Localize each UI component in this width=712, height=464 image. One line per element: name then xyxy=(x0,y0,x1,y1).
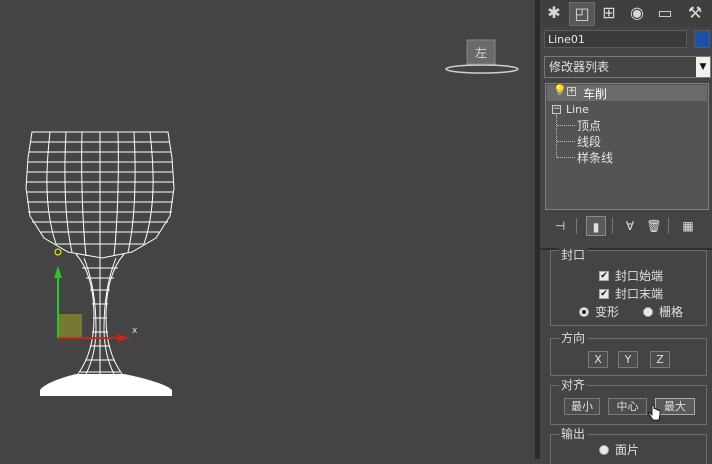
output-group: 输出 面片 xyxy=(550,427,707,464)
stack-item-lathe-label: 车削 xyxy=(583,87,608,101)
wineglass-wireframe[interactable]: x xyxy=(20,128,180,400)
viewcube-label: 左 xyxy=(475,45,487,60)
direction-group: 方向 X Y Z xyxy=(550,331,707,376)
pin-stack-icon[interactable]: ⊣ xyxy=(550,216,570,236)
direction-y-button[interactable]: Y xyxy=(618,351,638,368)
cap-end-checkbox[interactable]: ✔ xyxy=(599,289,609,299)
tree-branch xyxy=(557,157,575,158)
direction-z-button[interactable]: Z xyxy=(650,351,670,368)
stack-subobject-spline-label: 样条线 xyxy=(577,151,614,165)
remove-modifier-icon[interactable]: 🗑 xyxy=(644,216,664,236)
gizmo-y-arrow[interactable] xyxy=(54,266,62,278)
create-tab-icon[interactable]: ✱ xyxy=(542,2,566,24)
toolbar-divider xyxy=(668,218,669,234)
patch-label: 面片 xyxy=(615,443,640,457)
modifier-list-dropdown[interactable]: 修改器列表 ▼ xyxy=(544,56,711,78)
align-min-button[interactable]: 最小 xyxy=(564,398,600,415)
direction-x-button[interactable]: X xyxy=(588,351,608,368)
display-tab-icon[interactable]: ▭ xyxy=(653,2,677,24)
modifier-stack[interactable]: 💡 + 车削 − Line 顶点 线段 样条线 xyxy=(545,83,709,210)
show-end-result-icon[interactable]: ▮ xyxy=(586,216,606,236)
chevron-down-icon[interactable]: ▼ xyxy=(696,57,710,77)
viewport-left[interactable]: 左 x xyxy=(0,0,535,459)
viewcube[interactable]: 左 xyxy=(444,38,520,76)
cap-start-label: 封口始端 xyxy=(615,269,664,283)
parameters-rollout: 封口 ✔ 封口始端 ✔ 封口末端 变形 栅格 方向 X Y Z 对齐 最小 中心… xyxy=(548,248,708,464)
stack-item-lathe[interactable]: 💡 + 车削 xyxy=(547,84,707,101)
modify-tab-icon[interactable]: ◰ xyxy=(569,2,595,26)
gizmo-plane-handle[interactable] xyxy=(58,314,82,338)
tree-branch xyxy=(557,141,575,142)
align-center-button[interactable]: 中心 xyxy=(608,398,647,415)
cap-group: 封口 ✔ 封口始端 ✔ 封口末端 变形 栅格 xyxy=(550,248,707,326)
expand-plus-icon[interactable]: + xyxy=(567,87,576,96)
viewcube-ring[interactable] xyxy=(445,64,519,74)
modifier-list-label: 修改器列表 xyxy=(549,60,610,74)
gizmo-x-label: x xyxy=(132,326,138,336)
stack-subobject-segment-label: 线段 xyxy=(577,135,602,149)
patch-radio[interactable] xyxy=(599,445,609,455)
pivot-point[interactable] xyxy=(54,248,62,256)
cap-end-label: 封口末端 xyxy=(615,287,664,301)
command-panel: ✱ ◰ ⊞ ◉ ▭ ⚒ Line01 修改器列表 ▼ 💡 + 车削 − Line… xyxy=(540,0,712,464)
grid-radio[interactable] xyxy=(643,307,653,317)
output-group-label: 输出 xyxy=(559,427,588,441)
cap-group-label: 封口 xyxy=(559,248,588,262)
lightbulb-icon[interactable]: 💡 xyxy=(553,84,567,97)
utilities-tab-icon[interactable]: ⚒ xyxy=(683,2,707,24)
command-panel-tabs: ✱ ◰ ⊞ ◉ ▭ ⚒ xyxy=(540,0,712,27)
toolbar-divider xyxy=(576,218,577,234)
stack-item-line-label: Line xyxy=(566,103,589,116)
morph-radio[interactable] xyxy=(579,307,589,317)
object-color-swatch[interactable] xyxy=(694,30,710,48)
motion-tab-icon[interactable]: ◉ xyxy=(625,2,649,24)
gizmo-x-arrow[interactable] xyxy=(118,334,130,342)
stack-subobject-vertex-label: 顶点 xyxy=(577,119,602,133)
configure-modifier-sets-icon[interactable]: ▦ xyxy=(678,216,698,236)
align-group-label: 对齐 xyxy=(559,378,588,392)
stack-toolbar: ⊣ ▮ ∀ 🗑 ▦ xyxy=(540,212,712,242)
direction-group-label: 方向 xyxy=(559,331,588,345)
toolbar-divider xyxy=(612,218,613,234)
hand-cursor-icon xyxy=(648,404,661,421)
align-group: 对齐 最小 中心 最大 xyxy=(550,378,707,425)
tree-branch xyxy=(557,125,575,126)
hierarchy-tab-icon[interactable]: ⊞ xyxy=(597,2,621,24)
tree-connector xyxy=(556,115,558,157)
collapse-minus-icon[interactable]: − xyxy=(552,105,561,114)
object-name-field[interactable]: Line01 xyxy=(544,30,687,48)
grid-label: 栅格 xyxy=(659,305,684,319)
make-unique-icon[interactable]: ∀ xyxy=(620,216,640,236)
morph-label: 变形 xyxy=(595,305,620,319)
cap-start-checkbox[interactable]: ✔ xyxy=(599,271,609,281)
